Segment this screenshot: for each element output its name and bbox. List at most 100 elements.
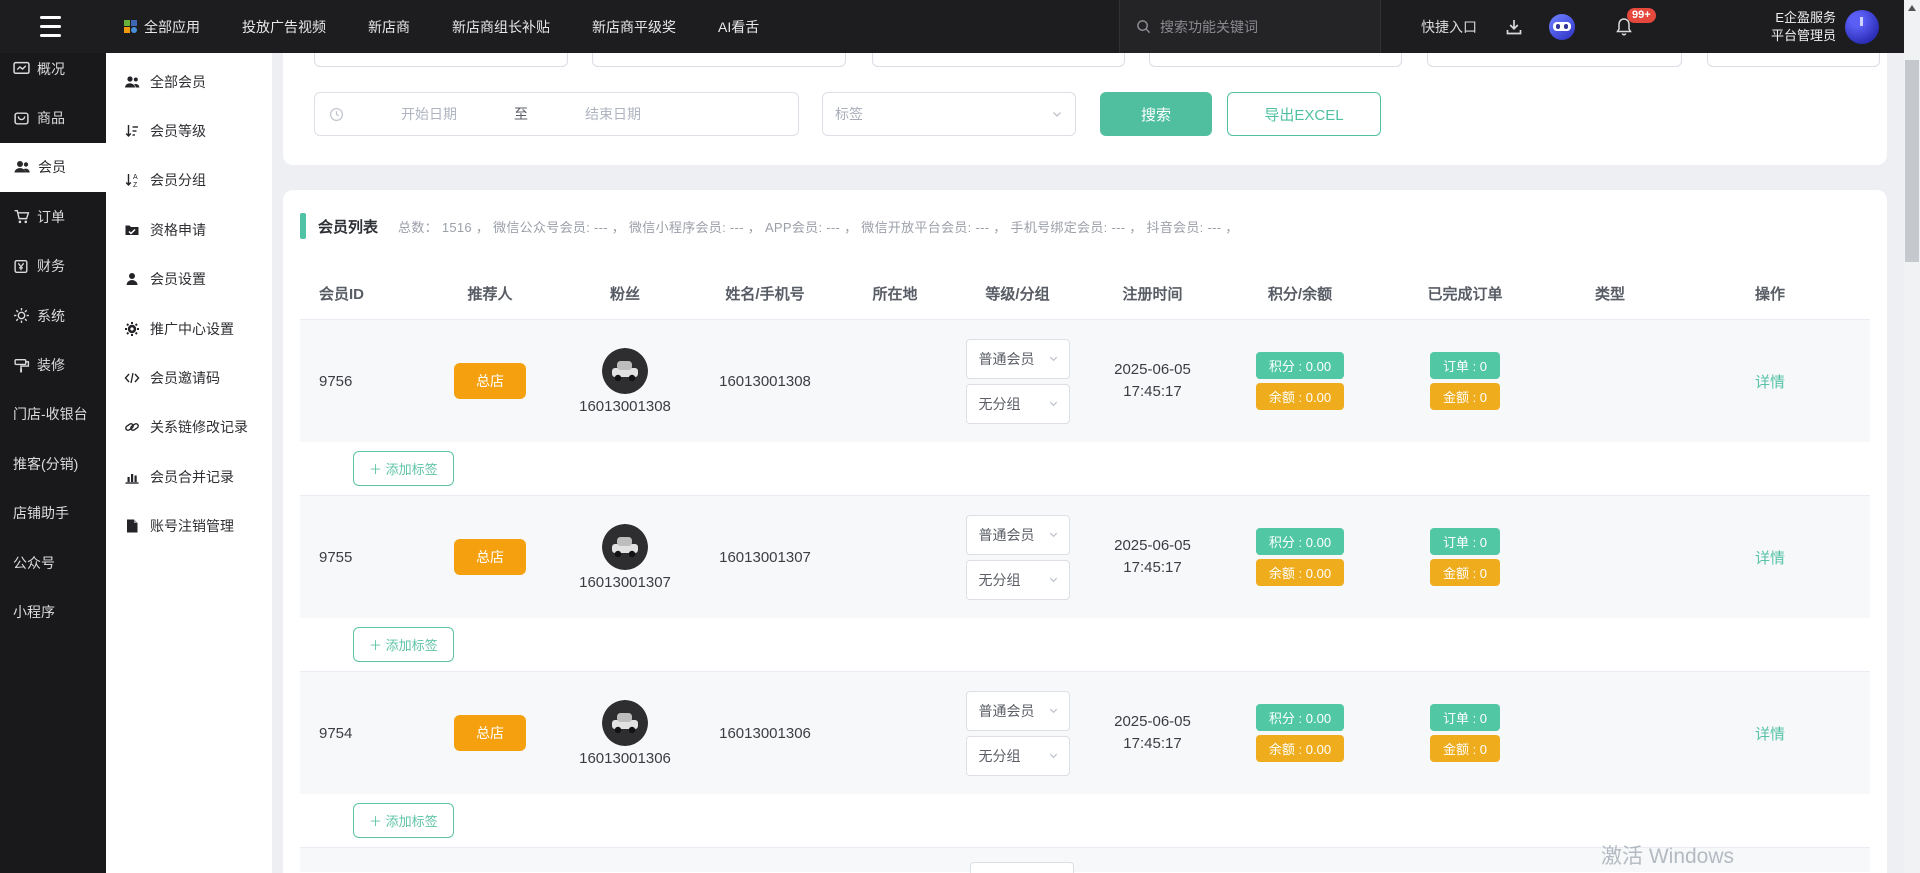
submenu-account-cancel[interactable]: 账号注销管理 xyxy=(106,502,272,551)
user-identity[interactable]: E企盈服务 平台管理员 xyxy=(1771,0,1836,53)
sidebar-item-official-account[interactable]: 公众号 xyxy=(0,538,106,587)
filter-input-cutoff-5[interactable] xyxy=(1427,53,1682,67)
scroll-up-arrow-icon[interactable] xyxy=(1908,5,1916,11)
detail-link[interactable]: 详情 xyxy=(1755,550,1785,567)
nav-menu-all-apps[interactable]: 全部应用 xyxy=(124,17,200,37)
svg-text:A: A xyxy=(133,174,138,181)
sidebar-item-mini-program[interactable]: 小程序 xyxy=(0,587,106,636)
date-range-input[interactable]: 开始日期 至 结束日期 xyxy=(314,92,799,136)
col-level-group: 等级/分组 xyxy=(950,283,1085,304)
tag-row: ＋ 添加标签 xyxy=(300,442,1870,495)
level-select[interactable]: 普通会员 xyxy=(966,691,1070,731)
submenu-all-members[interactable]: 全部会员 xyxy=(106,57,272,106)
submenu-qualification[interactable]: 资格申请 xyxy=(106,205,272,254)
col-completed-orders: 已完成订单 xyxy=(1380,283,1550,304)
filter-input-cutoff-1[interactable] xyxy=(314,53,568,67)
referrer-button[interactable]: 总店 xyxy=(454,539,526,575)
submenu-merge-log[interactable]: 会员合并记录 xyxy=(106,452,272,501)
nav-menu-ad-video[interactable]: 投放广告视频 xyxy=(242,17,326,37)
member-avatar[interactable] xyxy=(602,348,648,394)
orders-cell: 订单 : 0 金额 : 0 xyxy=(1380,524,1550,590)
filter-input-cutoff-2[interactable] xyxy=(592,53,846,67)
fans-phone: 16013001308 xyxy=(579,398,671,415)
end-date-placeholder: 结束日期 xyxy=(528,104,698,124)
chevron-down-icon xyxy=(1048,398,1059,409)
sidebar-item-distribution[interactable]: 推客(分销) xyxy=(0,439,106,488)
detail-link[interactable]: 详情 xyxy=(1755,374,1785,391)
submenu-member-settings[interactable]: 会员设置 xyxy=(106,255,272,304)
filter-input-cutoff-6[interactable] xyxy=(1707,53,1880,67)
nav-menu-new-shop[interactable]: 新店商 xyxy=(368,17,410,37)
nav-menu-ai-tongue[interactable]: AI看舌 xyxy=(718,17,759,37)
chevron-down-icon xyxy=(1048,353,1059,364)
member-id: 9755 xyxy=(300,549,420,566)
group-select[interactable]: 无分组 xyxy=(966,736,1070,776)
col-fans: 粉丝 xyxy=(560,283,690,304)
detail-link[interactable]: 详情 xyxy=(1755,726,1785,743)
referrer-button[interactable]: 总店 xyxy=(454,715,526,751)
member-row-block: 9755 总店 16013001307 16013001307 普通会员 无分组… xyxy=(300,496,1870,672)
hamburger-menu-icon[interactable] xyxy=(40,16,61,37)
col-member-id: 会员ID xyxy=(300,283,420,304)
submenu-invite-code[interactable]: 会员邀请码 xyxy=(106,353,272,402)
vertical-scrollbar[interactable] xyxy=(1904,0,1920,873)
member-avatar[interactable] xyxy=(602,524,648,570)
level-select[interactable]: 普通会员 xyxy=(966,339,1070,379)
sidebar-item-finance[interactable]: 财务 xyxy=(0,242,106,291)
code-icon xyxy=(124,370,140,386)
referrer-button[interactable]: 总店 xyxy=(454,363,526,399)
submenu-member-level[interactable]: 会员等级 xyxy=(106,106,272,155)
level-group-cell: 普通会员 无分组 xyxy=(950,515,1085,600)
submenu-relation-log[interactable]: 关系链修改记录 xyxy=(106,403,272,452)
list-title-row: 会员列表 总数： 1516 ， 微信公众号会员: --- ， 微信小程序会员: … xyxy=(300,211,1870,241)
submenu-promo-settings[interactable]: 推广中心设置 xyxy=(106,304,272,353)
paint-roller-icon xyxy=(13,357,30,374)
sidebar-item-system[interactable]: 系统 xyxy=(0,291,106,340)
search-button[interactable]: 搜索 xyxy=(1100,92,1212,136)
org-name: E企盈服务 xyxy=(1775,9,1836,27)
sidebar-item-members[interactable]: 会员 xyxy=(0,143,106,192)
notifications-bell-icon[interactable]: 99+ xyxy=(1613,0,1635,53)
filter-input-cutoff-3[interactable] xyxy=(872,53,1125,67)
download-icon[interactable] xyxy=(1504,0,1524,53)
member-row-block: 9756 总店 16013001308 16013001308 普通会员 无分组… xyxy=(300,320,1870,496)
sidebar-item-decorate[interactable]: 装修 xyxy=(0,340,106,389)
level-select-partial[interactable] xyxy=(970,862,1074,873)
scrollbar-thumb[interactable] xyxy=(1905,60,1919,262)
group-select[interactable]: 无分组 xyxy=(966,384,1070,424)
orders-badge: 订单 : 0 xyxy=(1430,528,1500,555)
list-title: 会员列表 xyxy=(318,216,378,237)
member-id: 9756 xyxy=(300,373,420,390)
member-avatar[interactable] xyxy=(602,700,648,746)
quick-entry-button[interactable]: 快捷入口 xyxy=(1421,0,1477,53)
tag-select[interactable]: 标签 xyxy=(822,92,1076,136)
col-points-balance: 积分/余额 xyxy=(1220,283,1380,304)
cart-icon xyxy=(13,208,30,225)
export-excel-button[interactable]: 导出EXCEL xyxy=(1227,92,1381,136)
sidebar-item-orders[interactable]: 订单 xyxy=(0,192,106,241)
submenu-member-group[interactable]: AZ 会员分组 xyxy=(106,156,272,205)
goods-icon xyxy=(13,110,30,127)
level-group-cell: 普通会员 无分组 xyxy=(950,339,1085,424)
col-type: 类型 xyxy=(1550,283,1670,304)
filter-input-cutoff-4[interactable] xyxy=(1149,53,1402,67)
tag-placeholder: 标签 xyxy=(835,104,863,124)
sidebar-item-pos[interactable]: 门店-收银台 xyxy=(0,390,106,439)
sidebar-item-goods[interactable]: 商品 xyxy=(0,93,106,142)
ai-assistant-icon[interactable] xyxy=(1549,0,1575,53)
tag-row: ＋ 添加标签 xyxy=(300,618,1870,671)
sidebar-item-shop-assistant[interactable]: 店铺助手 xyxy=(0,489,106,538)
chevron-down-icon xyxy=(1051,108,1063,120)
nav-menu-level-award[interactable]: 新店商平级奖 xyxy=(592,17,676,37)
add-tag-button[interactable]: ＋ 添加标签 xyxy=(353,627,454,662)
users-icon xyxy=(124,74,140,90)
group-select[interactable]: 无分组 xyxy=(966,560,1070,600)
global-search-input[interactable]: 搜索功能关键词 xyxy=(1119,0,1381,53)
nav-menu-leader-subsidy[interactable]: 新店商组长补贴 xyxy=(452,17,550,37)
add-tag-button[interactable]: ＋ 添加标签 xyxy=(353,803,454,838)
level-select[interactable]: 普通会员 xyxy=(966,515,1070,555)
add-tag-button[interactable]: ＋ 添加标签 xyxy=(353,451,454,486)
top-navbar: 全部应用 投放广告视频 新店商 新店商组长补贴 新店商平级奖 AI看舌 搜索功能… xyxy=(0,0,1904,53)
user-avatar[interactable] xyxy=(1845,10,1879,44)
chevron-down-icon xyxy=(1048,750,1059,761)
